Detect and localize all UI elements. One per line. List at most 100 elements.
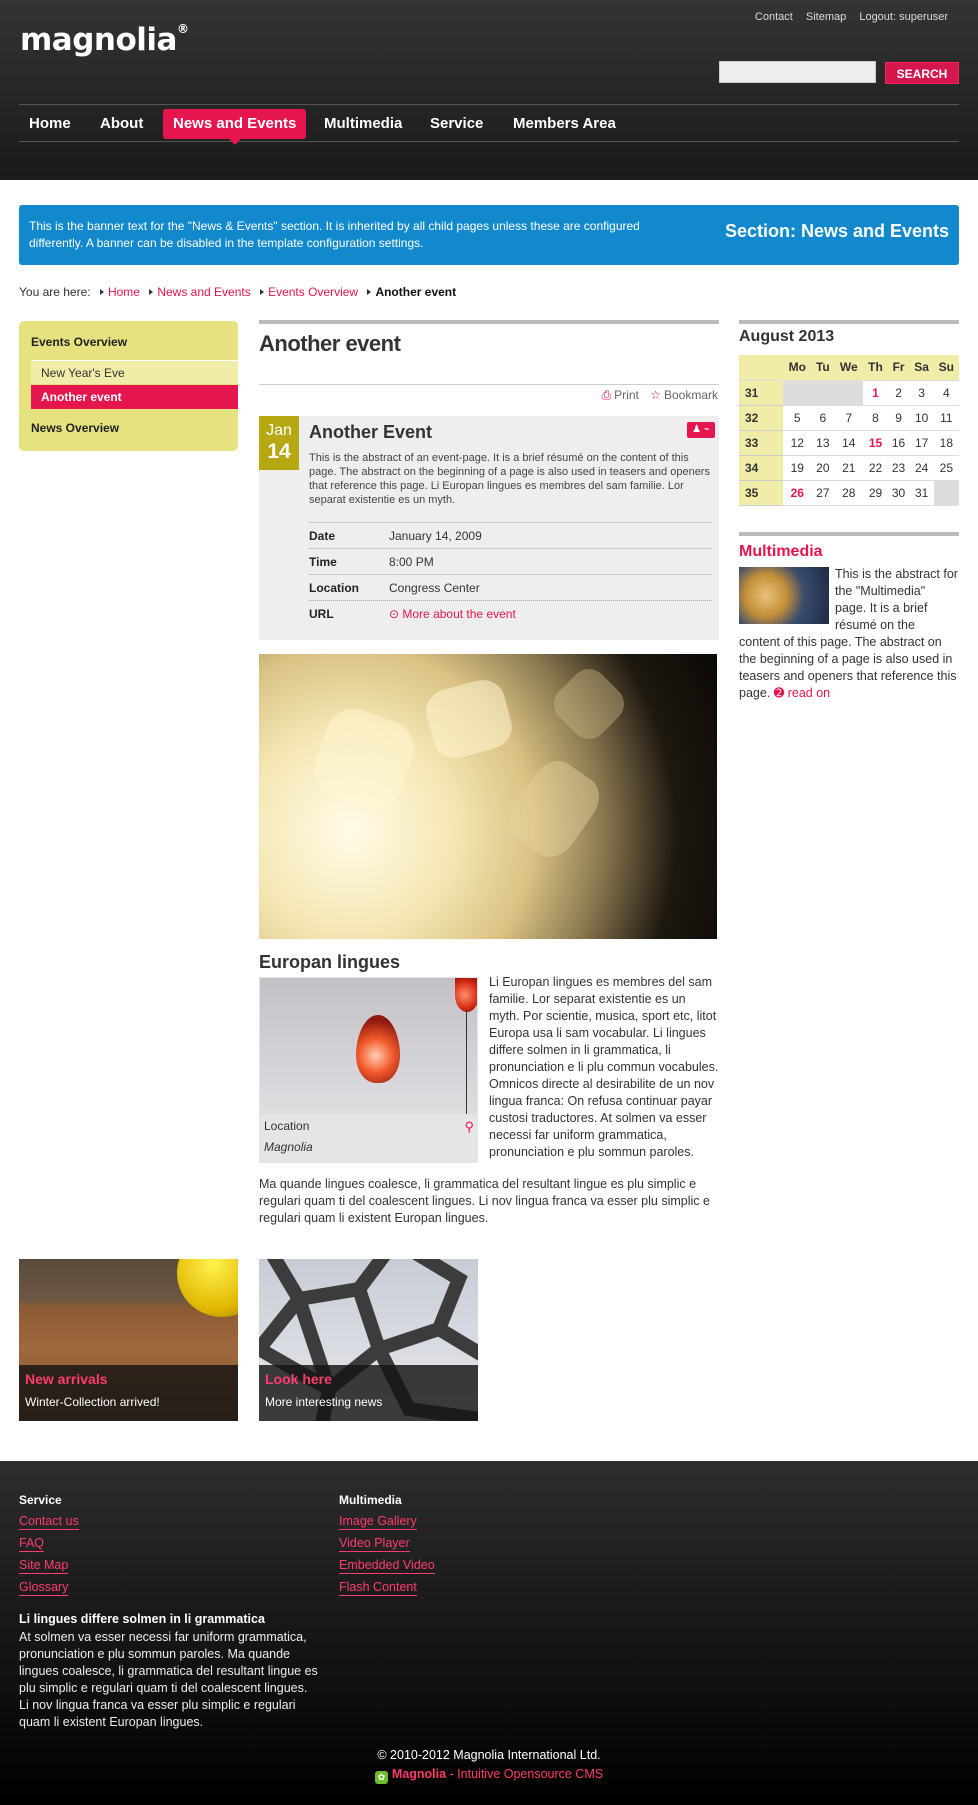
logo-text: magnolia	[20, 22, 177, 58]
image-shape	[306, 701, 422, 817]
rss-icon[interactable]: ⌁	[704, 424, 710, 435]
multimedia-teaser: This is the abstract for the "Multimedia…	[739, 566, 959, 702]
event-row-date: Date January 14, 2009	[309, 522, 712, 548]
sitemap-link[interactable]: Sitemap	[806, 11, 846, 23]
footer-link-site-map[interactable]: Site Map	[19, 1558, 69, 1574]
calendar-day: 24	[909, 455, 934, 481]
subnav-item-new-years-eve[interactable]: New Year's Eve	[31, 360, 238, 384]
read-on-label: read on	[787, 686, 831, 700]
week-number: 31	[739, 380, 783, 406]
banner-section-title: Section: News and Events	[724, 221, 949, 241]
body-text: Li Europan lingues es membres del sam fa…	[489, 975, 719, 1159]
footer-link-contact-us[interactable]: Contact us	[19, 1514, 79, 1530]
calendar-week-row: 34 19 20 21 22 23 24 25	[739, 455, 959, 481]
teaser-new-arrivals[interactable]: New arrivals Winter-Collection arrived!	[19, 1259, 238, 1421]
calendar-week-row: 35 26 27 28 29 30 31	[739, 480, 959, 506]
inline-image[interactable]	[260, 978, 477, 1114]
teaser-look-here[interactable]: Look here More interesting news	[259, 1259, 478, 1421]
footer-brand[interactable]: ✿ Magnolia - Intuitive Opensource CMS	[0, 1767, 978, 1784]
calendar-week-row: 33 12 13 14 15 16 17 18	[739, 430, 959, 456]
weekday-label: We	[834, 355, 864, 381]
footer-link-video-player[interactable]: Video Player	[339, 1536, 410, 1552]
calendar-day: 11	[933, 405, 959, 431]
breadcrumb: You are here: Home News and Events Event…	[19, 285, 456, 299]
logout-link[interactable]: Logout: superuser	[859, 11, 948, 23]
subnav-news-overview[interactable]: News Overview	[31, 421, 119, 435]
calendar-day: 23	[887, 455, 910, 481]
teaser-title[interactable]: New arrivals	[25, 1371, 108, 1387]
event-actions[interactable]: ♟ ⌁	[687, 422, 715, 438]
event-title: Another Event	[309, 422, 433, 442]
read-on-link[interactable]: ➋ read on	[774, 686, 830, 700]
footer-link-flash-content[interactable]: Flash Content	[339, 1580, 417, 1596]
event-row-time: Time 8:00 PM	[309, 548, 712, 574]
sub-nav: Events Overview New Year's Eve Another e…	[19, 321, 238, 451]
weekday-label: Fr	[887, 355, 910, 381]
week-number: 33	[739, 430, 783, 456]
event-row-value: January 14, 2009	[389, 529, 482, 543]
event-row-value: Congress Center	[389, 581, 480, 595]
main-divider	[259, 320, 719, 324]
brand-name: Magnolia	[391, 1767, 447, 1781]
subnav-item-another-event[interactable]: Another event	[31, 385, 238, 409]
nav-members-area[interactable]: Members Area	[503, 109, 626, 139]
week-number: 35	[739, 480, 783, 506]
brand-tagline: - Intuitive Opensource CMS	[446, 1767, 604, 1781]
nav-multimedia[interactable]: Multimedia	[314, 109, 412, 139]
teaser-text: More interesting news	[265, 1395, 383, 1409]
wire-shape	[466, 1010, 467, 1114]
event-box: Jan 14 Another Event ♟ ⌁ This is the abs…	[259, 416, 719, 640]
user-icon[interactable]: ♟	[692, 424, 701, 435]
calendar-empty-cell	[811, 380, 835, 406]
calendar-week-row: 31 1 2 3 4	[739, 380, 959, 406]
print-button[interactable]: ⎙ Print	[602, 388, 639, 402]
subnav-events-overview[interactable]: Events Overview	[31, 335, 127, 349]
nav-about[interactable]: About	[90, 109, 153, 139]
event-row-url: URL ⊙ More about the event	[309, 600, 712, 626]
sidebar-divider	[739, 320, 959, 324]
breadcrumb-prefix: You are here:	[19, 285, 91, 299]
contact-link[interactable]: Contact	[755, 11, 793, 23]
nav-news-and-events[interactable]: News and Events	[163, 109, 307, 145]
zoom-icon[interactable]: ⚲	[464, 1119, 474, 1135]
nav-service[interactable]: Service	[420, 109, 493, 139]
event-image	[259, 654, 717, 939]
calendar-event-day[interactable]: 1	[863, 380, 888, 406]
copyright: © 2010-2012 Magnolia International Ltd.	[377, 1748, 601, 1762]
footer-link-glossary[interactable]: Glossary	[19, 1580, 69, 1596]
lamp-shape	[356, 1015, 400, 1083]
calendar-day: 18	[933, 430, 959, 456]
calendar-day: 30	[887, 480, 910, 506]
teaser-text: Winter-Collection arrived!	[25, 1395, 160, 1409]
teaser-title[interactable]: Look here	[265, 1371, 332, 1387]
calendar-day: 27	[811, 480, 835, 506]
footer-link-faq[interactable]: FAQ	[19, 1536, 45, 1552]
bookmark-button[interactable]: ☆ Bookmark	[650, 388, 718, 402]
calendar: Mo Tu We Th Fr Sa Su 31 1 2 3 4 32 5 6 7 8 9 10 11 33…	[739, 355, 959, 506]
breadcrumb-news-and-events[interactable]: News and Events	[157, 285, 250, 299]
footer-link-embedded-video[interactable]: Embedded Video	[339, 1558, 435, 1574]
footer: Service Contact us FAQ Site Map Glossary…	[0, 1461, 978, 1805]
weekday-label: Sa	[909, 355, 934, 381]
search-button[interactable]: SEARCH	[885, 62, 959, 84]
multimedia-title[interactable]: Multimedia	[739, 543, 823, 561]
calendar-event-day[interactable]: 26	[783, 480, 812, 506]
bookmark-label: Bookmark	[663, 388, 718, 402]
main-nav: Home About News and Events Multimedia Se…	[19, 104, 959, 145]
breadcrumb-arrow-icon	[260, 289, 265, 295]
calendar-day: 17	[909, 430, 934, 456]
logo[interactable]: magnolia®	[20, 22, 189, 58]
nav-home[interactable]: Home	[19, 109, 81, 139]
event-url-link[interactable]: ⊙ More about the event	[389, 601, 516, 627]
breadcrumb-arrow-icon	[149, 289, 154, 295]
footer-link-image-gallery[interactable]: Image Gallery	[339, 1514, 417, 1530]
calendar-day: 7	[834, 405, 864, 431]
breadcrumb-events-overview[interactable]: Events Overview	[268, 285, 358, 299]
calendar-event-day[interactable]: 15	[863, 430, 888, 456]
tools-divider	[259, 384, 719, 385]
inline-figure: Location Magnolia ⚲	[259, 977, 478, 1163]
breadcrumb-home[interactable]: Home	[108, 285, 140, 299]
image-shape	[177, 1259, 238, 1317]
search-input[interactable]	[719, 61, 876, 83]
breadcrumb-arrow-icon	[99, 289, 104, 295]
